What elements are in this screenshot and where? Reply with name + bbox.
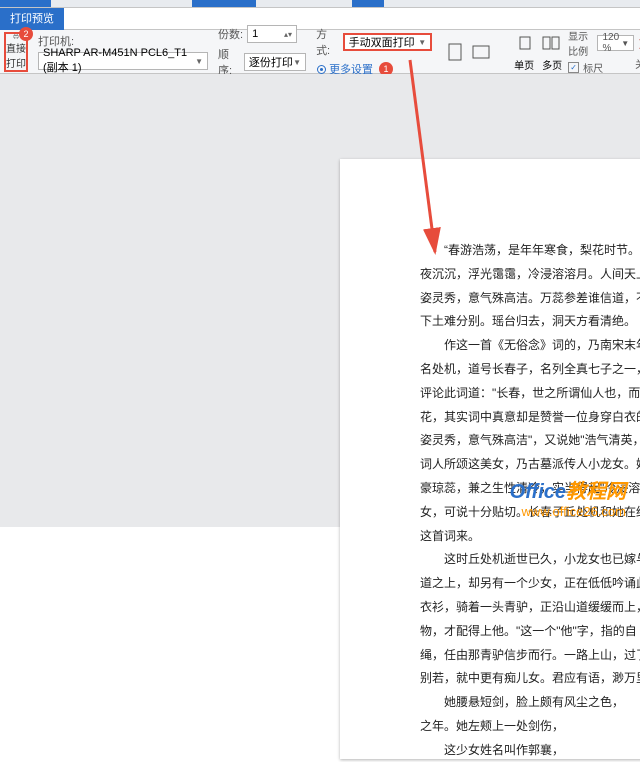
text-line: 这首词来。 <box>420 525 640 548</box>
text-line: 豪琼蕊，兼之生性清冷，实当得起"冷浸溶溶 <box>420 477 640 500</box>
portrait-icon[interactable] <box>444 41 466 63</box>
text-line: 她腰悬短剑，脸上颇有风尘之色， <box>420 691 640 714</box>
text-line: 之年。她左颊上一处剑伤， <box>420 715 640 738</box>
order-value: 逐份打印 <box>249 54 293 70</box>
copies-input[interactable]: 1 ▴▾ <box>247 25 297 43</box>
chevron-down-icon: ▼ <box>418 38 426 47</box>
copies-label: 份数: <box>218 26 243 42</box>
spinner-icon: ▴▾ <box>284 30 292 39</box>
text-line: 名处机，道号长春子，名列全真七子之一，是 <box>420 358 640 381</box>
mode-label: 方式: <box>316 26 339 58</box>
mode-value: 手动双面打印 <box>349 34 415 50</box>
direct-print-button[interactable]: 2 直接打印 <box>4 32 28 72</box>
text-line: 道之上，却另有一个少女，正在低低吟诵此词 <box>420 572 640 595</box>
landscape-icon[interactable] <box>470 41 492 63</box>
print-mode-select[interactable]: 手动双面打印 ▼ <box>343 33 432 51</box>
ruler-label: 标尺 <box>583 60 603 75</box>
text-line: “春游浩荡，是年年寒食，梨花时节。白 <box>420 239 640 262</box>
copies-value: 1 <box>252 28 258 40</box>
preview-workspace: “春游浩荡，是年年寒食，梨花时节。白 夜沉沉，浮光霭霭，冷浸溶溶月。人间天上， … <box>0 74 640 527</box>
page-layout-icons <box>444 41 492 63</box>
chevron-down-icon: ▼ <box>195 57 203 66</box>
printer-value: SHARP AR-M451N PCL6_T1 (副本 1) <box>43 47 195 75</box>
text-line: 别若，就中更有痴儿女。君应有语，渺万里层 <box>420 667 640 690</box>
text-line: 女，可说十分贴切。长春子丘处机和她在终南 <box>420 501 640 524</box>
ribbon-placeholder <box>0 0 640 8</box>
text-line: 下土难分别。瑶台归去，洞天方看清绝。 <box>420 310 640 333</box>
ruler-checkbox[interactable]: ✓ <box>568 62 579 73</box>
text-line: 词人所颂这美女，乃古墓派传人小龙女。她一 <box>420 453 640 476</box>
chevron-down-icon: ▼ <box>621 39 629 48</box>
zoom-select[interactable]: 120 % ▼ <box>597 35 634 51</box>
text-line: 姿灵秀，意气殊高洁。万蕊参差谁信道，不与 <box>420 287 640 310</box>
single-page-icon[interactable] <box>514 32 536 54</box>
close-button[interactable] <box>634 33 640 55</box>
text-line: 物，才配得上他。"这一个"他"字，指的自 <box>420 620 640 643</box>
tab-print-preview[interactable]: 打印预览 <box>0 8 64 30</box>
text-line: 作这一首《无俗念》词的，乃南宋末年一 <box>420 334 640 357</box>
zoom-label: 显示比例 <box>568 28 593 58</box>
text-line: 这少女姓名叫作郭襄， <box>420 739 640 762</box>
direct-print-label: 直接打印 <box>6 40 26 70</box>
printer-select[interactable]: SHARP AR-M451N PCL6_T1 (副本 1) ▼ <box>38 52 208 70</box>
close-group: 关闭 <box>634 33 640 71</box>
text-line: 花，其实词中真意却是赞誉一位身穿白衣的美 <box>420 406 640 429</box>
text-line: 这时丘处机逝世已久，小龙女也已嫁与神 <box>420 548 640 571</box>
document-page: “春游浩荡，是年年寒食，梨花时节。白 夜沉沉，浮光霭霭，冷浸溶溶月。人间天上， … <box>340 159 640 759</box>
multi-page-label: 多页 <box>542 57 562 72</box>
text-line: 绳，任由那青驴信步而行。一路上山，过了 <box>420 644 640 667</box>
print-toolbar: 2 直接打印 打印机: SHARP AR-M451N PCL6_T1 (副本 1… <box>0 30 640 74</box>
text-line: 评论此词道："长春，世之所谓仙人也，而词 <box>420 382 640 405</box>
multi-page-icon[interactable] <box>540 32 562 54</box>
annotation-badge-2: 2 <box>19 27 33 41</box>
single-page-label: 单页 <box>514 57 534 72</box>
order-select[interactable]: 逐份打印 ▼ <box>244 53 306 71</box>
chevron-down-icon: ▼ <box>293 58 301 67</box>
zoom-value: 120 % <box>602 32 621 54</box>
text-line: 夜沉沉，浮光霭霭，冷浸溶溶月。人间天上， <box>420 263 640 286</box>
gear-icon <box>316 64 327 75</box>
text-line: 衣衫，骑着一头青驴，正沿山道缓缓而上，心 <box>420 596 640 619</box>
close-label: 关闭 <box>635 56 640 71</box>
text-line: 姿灵秀，意气殊高洁"，又说她"浩气清英， <box>420 429 640 452</box>
